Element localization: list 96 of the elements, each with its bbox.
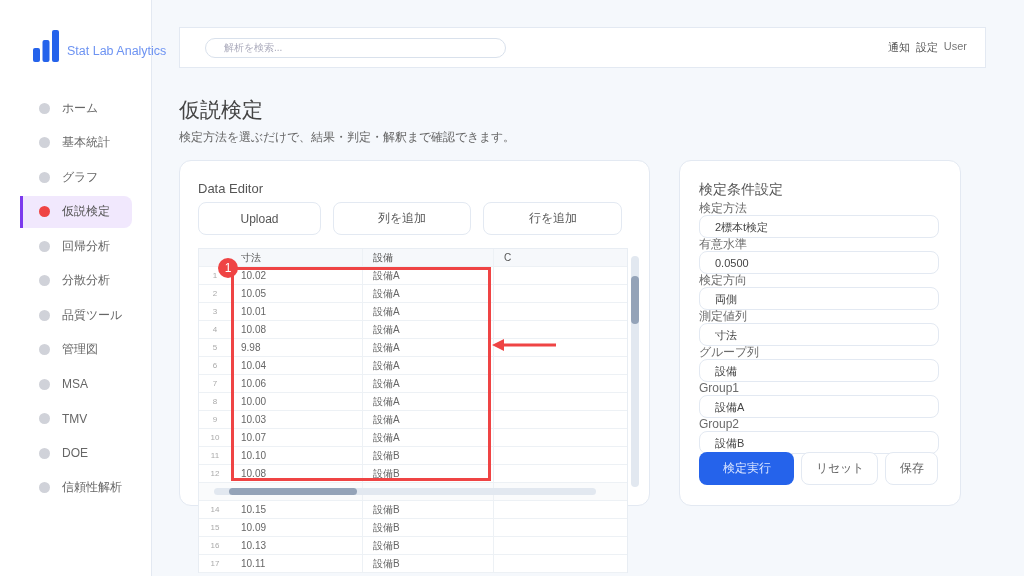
field-label: Group1 bbox=[699, 382, 741, 395]
header-link[interactable]: 設定 bbox=[915, 40, 938, 55]
sidebar-item[interactable]: 品質ツール bbox=[20, 299, 132, 331]
action-button[interactable]: リセット bbox=[801, 452, 878, 485]
sidebar-item[interactable]: 分散分析 bbox=[20, 264, 132, 297]
table-cell: 設備A bbox=[373, 342, 400, 353]
row-number: 6 bbox=[212, 361, 218, 370]
sidebar-item[interactable]: DOE bbox=[20, 437, 132, 469]
toolbar-button[interactable]: 列を追加 bbox=[333, 202, 471, 235]
page-subtitle: 検定方法を選ぶだけで、結果・判定・解釈まで確認できます。 bbox=[179, 129, 516, 146]
toolbar-button[interactable]: Upload bbox=[198, 202, 321, 235]
action-button[interactable]: 保存 bbox=[885, 452, 938, 485]
page-title: 仮説検定 bbox=[179, 97, 264, 123]
sidebar-item[interactable]: TMV bbox=[20, 402, 132, 435]
row-number: 12 bbox=[210, 469, 220, 478]
table-cell: 設備B bbox=[373, 558, 400, 569]
table-cell: 設備A bbox=[373, 396, 400, 407]
table-cell: 10.10 bbox=[241, 450, 267, 461]
table-cell: 設備A bbox=[373, 288, 400, 299]
row-number: 14 bbox=[210, 505, 220, 514]
sidebar-item[interactable]: 管理図 bbox=[20, 333, 132, 366]
sidebar-item[interactable]: MSA bbox=[20, 368, 132, 400]
table-cell: 10.08 bbox=[241, 468, 267, 479]
table-cell: 設備B bbox=[373, 450, 400, 461]
table-cell: 10.00 bbox=[241, 396, 267, 407]
table-cell: 9.98 bbox=[241, 342, 261, 353]
row-number: 17 bbox=[210, 559, 220, 568]
row-number: 11 bbox=[210, 451, 220, 460]
pointer-arrow bbox=[492, 339, 556, 351]
search-field[interactable]: 解析を検索... bbox=[205, 37, 506, 58]
table-cell: 設備A bbox=[373, 306, 400, 317]
table-cell: 設備A bbox=[373, 432, 400, 443]
table-cell: 設備B bbox=[373, 504, 400, 515]
header-link[interactable]: 通知 bbox=[887, 40, 910, 55]
row-number: 8 bbox=[212, 397, 218, 406]
row-number: 7 bbox=[212, 379, 218, 388]
field-label: グループ列 bbox=[699, 346, 760, 359]
run-button[interactable]: 検定実行 bbox=[699, 452, 794, 485]
table-cell: 10.15 bbox=[241, 504, 267, 515]
table-cell: 10.03 bbox=[241, 414, 267, 425]
table-cell: 10.07 bbox=[241, 432, 267, 443]
table-cell: 設備B bbox=[373, 540, 400, 551]
field-label: 検定方法 bbox=[699, 202, 748, 215]
select-field[interactable]: 両側 bbox=[699, 287, 939, 310]
table-cell: 10.04 bbox=[241, 360, 267, 371]
row-number: 15 bbox=[210, 523, 220, 532]
select-field[interactable]: 設備 bbox=[699, 359, 939, 382]
row-number: 16 bbox=[210, 541, 220, 550]
sidebar-item[interactable]: 仮説検定 bbox=[20, 195, 132, 228]
bar-chart-logo-icon bbox=[33, 30, 59, 62]
sidebar-item[interactable]: ホーム bbox=[20, 92, 132, 124]
panel-title: Data Editor bbox=[198, 181, 265, 196]
table-cell: 10.01 bbox=[241, 306, 267, 317]
row-number: 9 bbox=[212, 415, 218, 424]
table-cell: 設備A bbox=[373, 378, 400, 389]
row-number: 1 bbox=[212, 271, 218, 280]
row-number: 3 bbox=[212, 307, 218, 316]
column-header[interactable]: 設備 bbox=[373, 252, 393, 263]
sidebar-item[interactable]: グラフ bbox=[20, 161, 132, 193]
row-number: 4 bbox=[212, 325, 218, 334]
table-cell: 10.08 bbox=[241, 324, 267, 335]
row-number: 10 bbox=[210, 433, 220, 442]
sidebar-item[interactable]: 回帰分析 bbox=[20, 230, 132, 262]
table-cell: 10.02 bbox=[241, 270, 267, 281]
table-cell: 10.13 bbox=[241, 540, 267, 551]
table-cell: 設備B bbox=[373, 522, 400, 533]
field-label: 有意水準 bbox=[699, 238, 748, 251]
select-field[interactable]: 2標本t検定 bbox=[699, 215, 939, 238]
table-cell: 10.11 bbox=[241, 558, 266, 569]
table-cell: 設備A bbox=[373, 324, 400, 335]
select-field[interactable]: 寸法 bbox=[699, 323, 939, 346]
field-label: 検定方向 bbox=[699, 274, 748, 287]
table-cell: 設備B bbox=[373, 468, 400, 479]
column-header[interactable]: C bbox=[504, 252, 512, 263]
table-cell: 設備A bbox=[373, 360, 400, 371]
header-link[interactable]: User bbox=[943, 40, 967, 55]
row-number: 2 bbox=[212, 289, 218, 298]
table-cell: 設備A bbox=[373, 270, 400, 281]
sidebar-item[interactable]: 基本統計 bbox=[20, 126, 132, 159]
field-label: Group2 bbox=[699, 418, 741, 431]
vertical-scrollbar[interactable] bbox=[631, 256, 639, 487]
table-cell: 設備A bbox=[373, 414, 400, 425]
field-label: 測定値列 bbox=[699, 310, 748, 323]
table-cell: 10.05 bbox=[241, 288, 267, 299]
brand-name: Stat Lab Analytics bbox=[67, 44, 167, 58]
toolbar-button[interactable]: 行を追加 bbox=[483, 202, 622, 235]
horizontal-scrollbar[interactable] bbox=[214, 488, 596, 495]
select-field[interactable]: 設備A bbox=[699, 395, 939, 418]
table-cell: 10.06 bbox=[241, 378, 267, 389]
table-cell: 10.09 bbox=[241, 522, 267, 533]
panel-title: 検定条件設定 bbox=[699, 181, 784, 199]
row-number: 5 bbox=[212, 343, 218, 352]
sidebar-item[interactable]: 信頼性解析 bbox=[20, 471, 132, 504]
select-field[interactable]: 0.0500 bbox=[699, 251, 939, 274]
data-grid[interactable] bbox=[198, 248, 628, 573]
column-header[interactable]: 寸法 bbox=[241, 252, 261, 263]
